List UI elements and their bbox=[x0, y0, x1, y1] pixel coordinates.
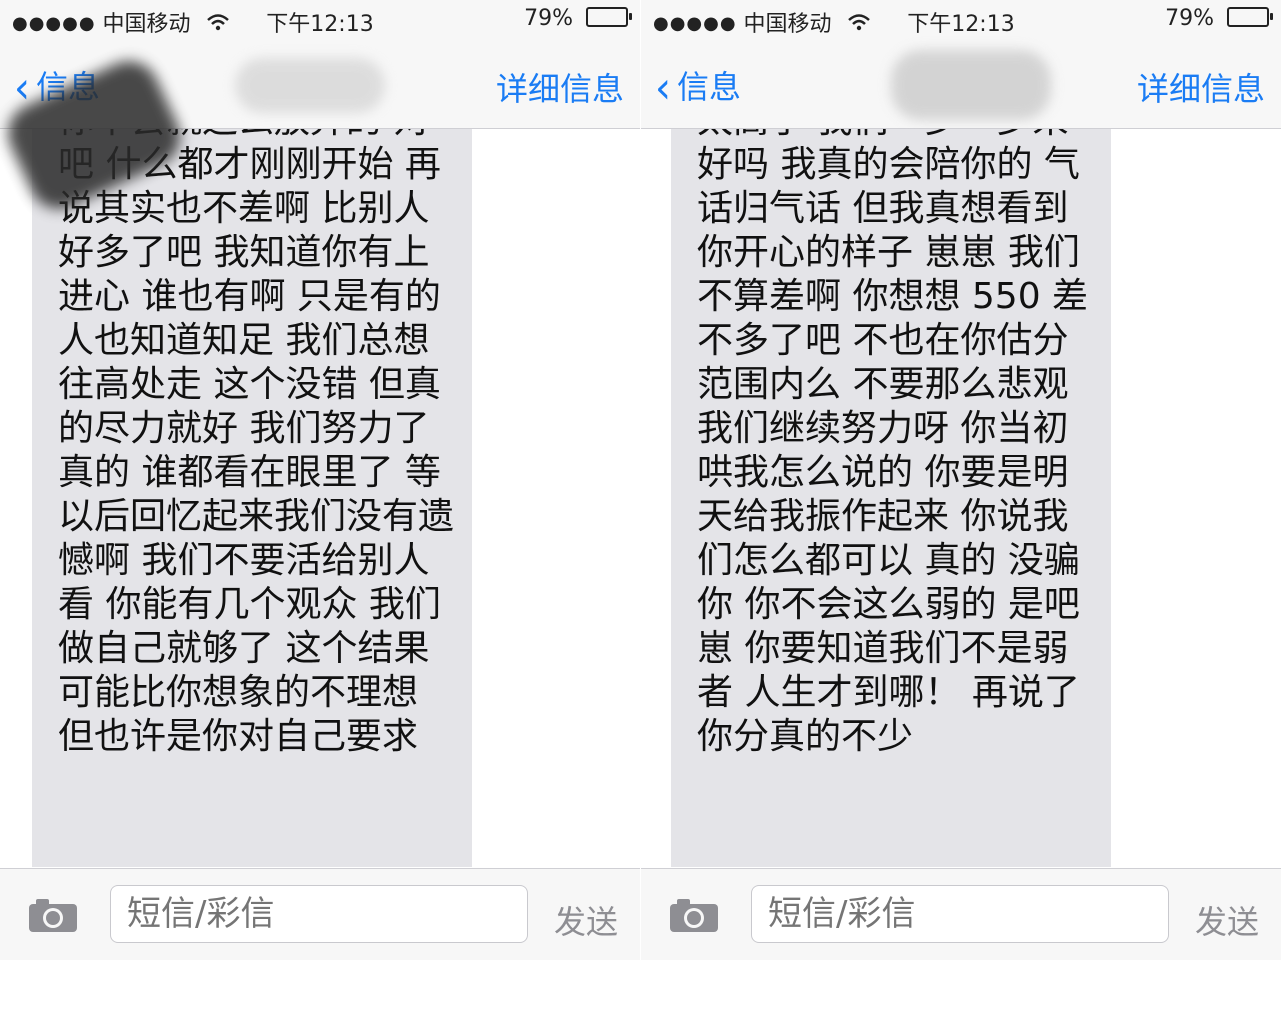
camera-icon[interactable] bbox=[669, 897, 719, 933]
screenshot-right: ●●●●● 中国移动 下午12:13 79% ‹信息 详细信息 太高了 我们一步… bbox=[641, 0, 1281, 960]
message-input[interactable] bbox=[110, 885, 528, 943]
back-button[interactable]: ‹信息 bbox=[655, 62, 742, 114]
redacted-contact-name bbox=[891, 50, 1051, 120]
message-text: 你不会就这么放弃的 对吧 什么都才刚刚开始 再说其实也不差啊 比别人好多了吧 我… bbox=[58, 129, 455, 757]
battery-status: 79% bbox=[524, 6, 632, 31]
compose-bar: 发送 bbox=[641, 868, 1281, 960]
screenshot-left: ●●●●● 中国移动 下午12:13 79% ‹信息 详细信息 你不会就这么放弃… bbox=[0, 0, 640, 960]
status-bar: ●●●●● 中国移动 下午12:13 79% bbox=[641, 0, 1281, 40]
battery-icon bbox=[1227, 7, 1273, 27]
message-thread[interactable]: 太高了 我们一步一步来 好吗 我真的会陪你的 气话归气话 但我真想看到你开心的样… bbox=[641, 129, 1281, 867]
send-button[interactable]: 发送 bbox=[554, 897, 618, 943]
chevron-left-icon: ‹ bbox=[655, 62, 671, 114]
battery-status: 79% bbox=[1165, 6, 1273, 31]
message-bubble: 太高了 我们一步一步来 好吗 我真的会陪你的 气话归气话 但我真想看到你开心的样… bbox=[671, 129, 1111, 867]
send-button[interactable]: 发送 bbox=[1195, 897, 1259, 943]
camera-icon[interactable] bbox=[28, 897, 78, 933]
battery-percent: 79% bbox=[1165, 6, 1214, 31]
battery-icon bbox=[586, 7, 632, 27]
navigation-bar: ‹信息 详细信息 bbox=[641, 40, 1281, 129]
redacted-contact-name bbox=[235, 58, 385, 113]
message-text: 太高了 我们一步一步来 好吗 我真的会陪你的 气话归气话 但我真想看到你开心的样… bbox=[697, 129, 1089, 757]
details-button[interactable]: 详细信息 bbox=[1137, 64, 1265, 110]
message-input[interactable] bbox=[751, 885, 1169, 943]
compose-bar: 发送 bbox=[0, 868, 640, 960]
battery-percent: 79% bbox=[524, 6, 573, 31]
details-button[interactable]: 详细信息 bbox=[496, 64, 624, 110]
status-bar: ●●●●● 中国移动 下午12:13 79% bbox=[0, 0, 640, 40]
message-thread[interactable]: 你不会就这么放弃的 对吧 什么都才刚刚开始 再说其实也不差啊 比别人好多了吧 我… bbox=[0, 129, 640, 867]
message-bubble: 你不会就这么放弃的 对吧 什么都才刚刚开始 再说其实也不差啊 比别人好多了吧 我… bbox=[32, 129, 472, 867]
back-label: 信息 bbox=[677, 68, 742, 106]
